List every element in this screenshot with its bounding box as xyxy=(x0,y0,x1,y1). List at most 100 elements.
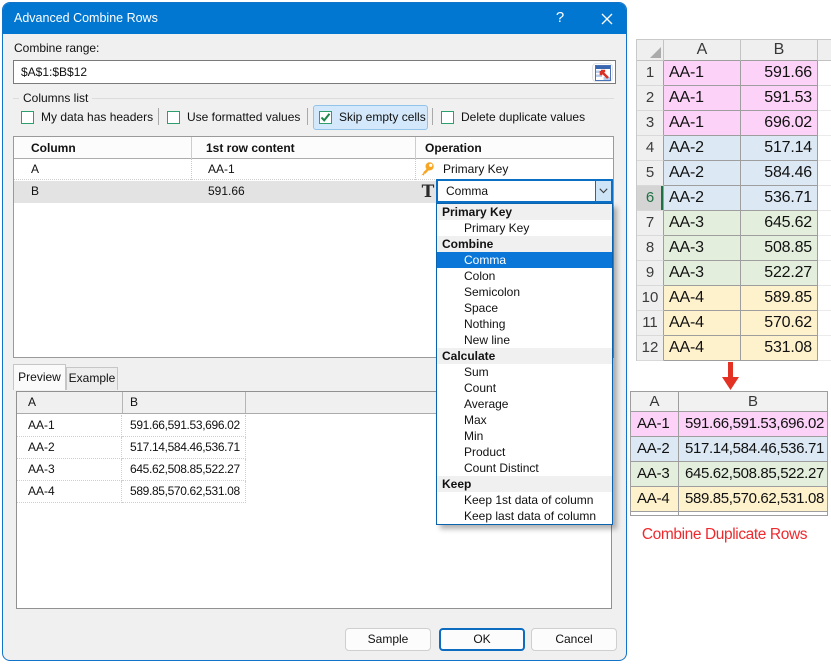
sheet-row-header[interactable]: 5 xyxy=(637,161,664,186)
checkbox-label: Delete duplicate values xyxy=(461,110,585,124)
chevron-down-icon xyxy=(599,188,608,194)
combobox-dropdown-button[interactable] xyxy=(595,181,611,201)
sheet-row-header[interactable]: 11 xyxy=(637,311,664,336)
range-picker-icon[interactable] xyxy=(592,63,613,82)
sheet-cell-empty[interactable] xyxy=(818,86,831,111)
combine-range-input[interactable]: $A$1:$B$12 xyxy=(13,60,616,84)
dropdown-item[interactable]: Product xyxy=(437,444,612,460)
sheet-row-header[interactable]: 8 xyxy=(637,236,664,261)
sheet-cell-b[interactable]: 584.46 xyxy=(741,161,818,186)
sheet-cell-a[interactable]: AA-3 xyxy=(664,236,741,261)
checkbox-use-formatted-values[interactable]: Use formatted values xyxy=(167,104,300,130)
column-row-a[interactable]: A AA-1 Primary Key xyxy=(14,159,613,180)
dropdown-item[interactable]: Average xyxy=(437,396,612,412)
dropdown-item[interactable]: Primary Key xyxy=(437,220,612,236)
sheet-row-header[interactable]: 2 xyxy=(637,86,664,111)
sheet-cell-a[interactable]: AA-3 xyxy=(664,211,741,236)
sheet-cell-b[interactable]: 696.02 xyxy=(741,111,818,136)
sheet-cell-b[interactable]: 531.08 xyxy=(741,336,818,361)
sheet-cell-b[interactable]: 591.66 xyxy=(741,61,818,86)
sheet-row-header[interactable]: 6 xyxy=(637,186,664,211)
sheet-cell-empty[interactable] xyxy=(818,261,831,286)
sheet-cell-b[interactable]: 591.53 xyxy=(741,86,818,111)
checkbox-skip-empty-cells[interactable]: Skip empty cells xyxy=(319,104,426,130)
sheet-cell-empty[interactable] xyxy=(818,61,831,86)
dropdown-item[interactable]: Colon xyxy=(437,268,612,284)
cancel-button[interactable]: Cancel xyxy=(531,628,617,651)
sheet-column-header-b[interactable]: B xyxy=(741,40,818,61)
dropdown-item[interactable]: Max xyxy=(437,412,612,428)
sheet-cell-b[interactable]: 536.71 xyxy=(741,186,818,211)
sheet-cell-a[interactable]: AA-1 xyxy=(664,61,741,86)
help-icon[interactable]: ? xyxy=(547,3,573,34)
dropdown-item[interactable]: Comma xyxy=(437,252,612,268)
sheet-cell-a[interactable]: AA-2 xyxy=(664,161,741,186)
select-all-corner[interactable] xyxy=(637,40,664,61)
column-header-1st-row-content[interactable]: 1st row content xyxy=(206,137,295,159)
dropdown-item[interactable]: Min xyxy=(437,428,612,444)
sheet-cell-b[interactable]: 570.62 xyxy=(741,311,818,336)
dropdown-item[interactable]: Semicolon xyxy=(437,284,612,300)
sheet-cell-a[interactable]: AA-1 xyxy=(664,86,741,111)
checkbox-box-checked[interactable] xyxy=(319,111,332,124)
checkbox-my-data-has-headers[interactable]: My data has headers xyxy=(21,104,153,130)
result-header-b: B xyxy=(679,392,828,412)
tab-example[interactable]: Example xyxy=(66,367,118,390)
columns-table-header[interactable]: Column 1st row content Operation xyxy=(14,137,613,159)
sheet-cell-empty[interactable] xyxy=(818,161,831,186)
columns-list-label: Columns list xyxy=(19,91,92,105)
sheet-column-header-a[interactable]: A xyxy=(664,40,741,61)
sheet-cell-b[interactable]: 589.85 xyxy=(741,286,818,311)
sheet-cell-b[interactable]: 522.27 xyxy=(741,261,818,286)
ok-button[interactable]: OK xyxy=(439,628,525,651)
tab-preview[interactable]: Preview xyxy=(13,364,66,390)
dropdown-item[interactable]: Sum xyxy=(437,364,612,380)
combine-range-value: $A$1:$B$12 xyxy=(21,61,87,83)
sheet-cell-b[interactable]: 645.62 xyxy=(741,211,818,236)
sheet-cell-a[interactable]: AA-4 xyxy=(664,336,741,361)
dropdown-item[interactable]: New line xyxy=(437,332,612,348)
sheet-cell-empty[interactable] xyxy=(818,136,831,161)
sample-button[interactable]: Sample xyxy=(345,628,431,651)
dropdown-item[interactable]: Keep last data of column xyxy=(437,508,612,524)
close-icon[interactable] xyxy=(594,3,620,34)
dropdown-item[interactable]: Space xyxy=(437,300,612,316)
sheet-row-header[interactable]: 9 xyxy=(637,261,664,286)
sheet-cell-a[interactable]: AA-4 xyxy=(664,286,741,311)
column-header-operation[interactable]: Operation xyxy=(425,137,482,159)
checkbox-box[interactable] xyxy=(21,111,34,124)
sheet-cell-a[interactable]: AA-2 xyxy=(664,136,741,161)
sheet-row-header[interactable]: 4 xyxy=(637,136,664,161)
preview-table-header: A B xyxy=(17,392,438,414)
sheet-cell-empty[interactable] xyxy=(818,286,831,311)
sheet-row-header[interactable]: 1 xyxy=(637,61,664,86)
sheet-cell-b[interactable]: 517.14 xyxy=(741,136,818,161)
dropdown-item[interactable]: Count xyxy=(437,380,612,396)
dialog-titlebar[interactable]: Advanced Combine Rows ? xyxy=(3,3,626,34)
sheet-cell-a[interactable]: AA-4 xyxy=(664,311,741,336)
sheet-cell-a[interactable]: AA-3 xyxy=(664,261,741,286)
sheet-row-header[interactable]: 3 xyxy=(637,111,664,136)
sheet-cell-a[interactable]: AA-1 xyxy=(664,111,741,136)
sheet-cell-empty[interactable] xyxy=(818,186,831,211)
column-header-column[interactable]: Column xyxy=(31,137,76,159)
sheet-row-header[interactable]: 7 xyxy=(637,211,664,236)
sheet-row-header[interactable]: 10 xyxy=(637,286,664,311)
sheet-cell-empty[interactable] xyxy=(818,236,831,261)
sheet-cell-empty[interactable] xyxy=(818,336,831,361)
dropdown-item[interactable]: Keep 1st data of column xyxy=(437,492,612,508)
sheet-cell-empty[interactable] xyxy=(818,111,831,136)
checkbox-box[interactable] xyxy=(441,111,454,124)
checkbox-delete-duplicate-values[interactable]: Delete duplicate values xyxy=(441,104,585,130)
result-header-a: A xyxy=(631,392,679,412)
sheet-row: 1AA-1591.66 xyxy=(637,61,831,86)
sheet-cell-empty[interactable] xyxy=(818,311,831,336)
dropdown-item[interactable]: Count Distinct xyxy=(437,460,612,476)
dropdown-item[interactable]: Nothing xyxy=(437,316,612,332)
sheet-cell-b[interactable]: 508.85 xyxy=(741,236,818,261)
checkbox-box[interactable] xyxy=(167,111,180,124)
sheet-row-header[interactable]: 12 xyxy=(637,336,664,361)
sheet-cell-a[interactable]: AA-2 xyxy=(664,186,741,211)
sheet-cell-empty[interactable] xyxy=(818,211,831,236)
operation-combobox[interactable]: Comma xyxy=(436,179,613,203)
